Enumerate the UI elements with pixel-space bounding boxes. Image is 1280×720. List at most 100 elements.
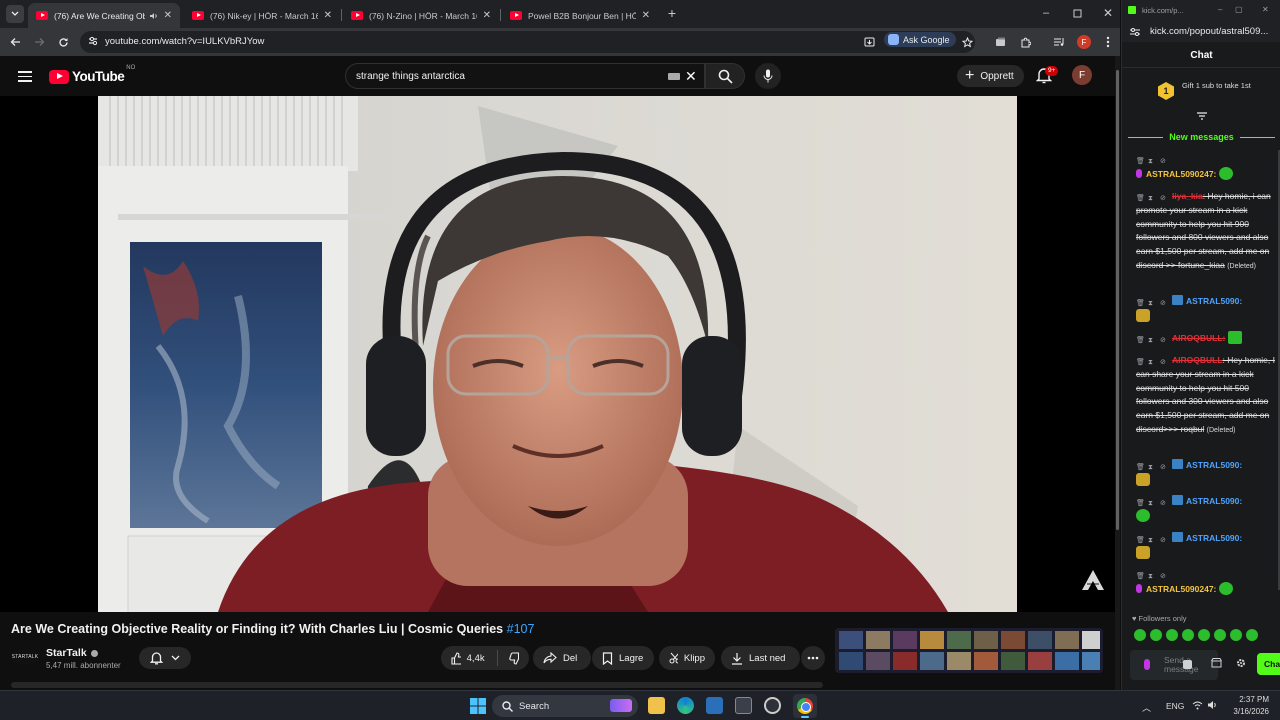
page-scrollbar-thumb[interactable] <box>1116 70 1119 530</box>
tab-nik-ey[interactable]: (76) Nik-ey | HÖR - March 16 / ✕ <box>184 3 340 28</box>
reload-button[interactable] <box>54 33 72 51</box>
quick-emote-icon[interactable] <box>1166 629 1178 641</box>
delete-icon[interactable]: 🗑 <box>1136 537 1145 545</box>
channel-watermark-icon[interactable] <box>1080 568 1106 592</box>
tab-n-zino[interactable]: (76) N-Zino | HÖR - March 16 / ✕ <box>343 3 499 28</box>
ban-icon[interactable]: ⊘ <box>1160 300 1167 308</box>
chat-message[interactable]: 🗑 ⧗ ⊘ ASTRAL5090247: <box>1136 153 1278 182</box>
delete-icon[interactable]: 🗑 <box>1136 573 1145 581</box>
gift-leaderboard[interactable]: 1 Gift 1 sub to take 1st <box>1158 80 1278 102</box>
quick-emote-icon[interactable] <box>1246 629 1258 641</box>
subscription-notification-button[interactable] <box>139 647 191 669</box>
show-hidden-icons-button[interactable]: ︿ <box>1142 701 1151 714</box>
timeout-icon[interactable]: ⧗ <box>1148 300 1155 308</box>
ban-icon[interactable]: ⊘ <box>1160 359 1167 367</box>
snipping-tool-icon[interactable] <box>735 697 752 714</box>
chat-username[interactable]: ASTRAL5090: <box>1186 496 1242 506</box>
timeout-icon[interactable]: ⧗ <box>1148 195 1155 203</box>
chat-username[interactable]: ASTRAL5090: <box>1186 533 1242 543</box>
tab-close-icon[interactable]: ✕ <box>642 10 650 21</box>
chat-username[interactable]: ASTRAL5090247: <box>1146 584 1216 594</box>
chat-message[interactable]: 🗑 ⧗ ⊘ ASTRAL5090: <box>1136 459 1278 488</box>
edge-browser-icon[interactable] <box>677 697 694 714</box>
chat-message[interactable]: 🗑 ⧗ ⊘ ASTRAL5090: <box>1136 532 1278 561</box>
chat-message[interactable]: 🗑 ⧗ ⊘ ASTRAL5090: <box>1136 495 1278 524</box>
new-tab-button[interactable]: + <box>664 5 680 21</box>
file-explorer-icon[interactable] <box>648 697 665 714</box>
taskbar-search-box[interactable]: Search <box>492 695 638 717</box>
back-button[interactable] <box>6 33 24 51</box>
delete-icon[interactable]: 🗑 <box>1136 359 1145 367</box>
guide-menu-icon[interactable] <box>18 71 32 82</box>
like-count[interactable]: 4,4k <box>467 653 485 664</box>
chat-message[interactable]: 🗑 ⧗ ⊘ AIROQBULL: <box>1136 331 1278 346</box>
extensions-puzzle-icon[interactable] <box>1016 33 1034 51</box>
ban-icon[interactable]: ⊘ <box>1160 337 1167 345</box>
tab-close-icon[interactable]: ✕ <box>324 10 332 21</box>
chat-username[interactable]: ASTRAL5090: <box>1186 460 1242 470</box>
video-frame[interactable] <box>98 96 1017 612</box>
voice-search-button[interactable] <box>755 63 781 89</box>
chrome-menu-icon[interactable] <box>1099 33 1117 51</box>
tab-close-icon[interactable]: ✕ <box>483 10 491 21</box>
ban-icon[interactable]: ⊘ <box>1160 195 1167 203</box>
quick-emote-icon[interactable] <box>1150 629 1162 641</box>
ban-icon[interactable]: ⊘ <box>1160 573 1167 581</box>
kick-maximize-button[interactable]: ▢ <box>1235 5 1243 14</box>
delete-icon[interactable]: 🗑 <box>1136 158 1145 166</box>
forward-button[interactable] <box>30 33 48 51</box>
media-control-icon[interactable] <box>1050 33 1068 51</box>
clear-search-icon[interactable]: ✕ <box>685 69 697 83</box>
chat-username[interactable]: AIROQBULL: <box>1172 333 1225 343</box>
keyboard-icon[interactable] <box>668 73 680 80</box>
account-avatar[interactable]: F <box>1072 65 1092 85</box>
chat-username[interactable]: liya_kia <box>1172 191 1203 201</box>
delete-icon[interactable]: 🗑 <box>1136 337 1145 345</box>
search-box[interactable]: ✕ <box>345 63 705 89</box>
site-info-icon[interactable] <box>1129 27 1141 37</box>
delete-icon[interactable]: 🗑 <box>1136 195 1145 203</box>
gear-icon[interactable] <box>1236 658 1246 668</box>
kick-close-button[interactable]: ✕ <box>1262 5 1269 14</box>
clock[interactable]: 2:37 PM 3/16/2026 <box>1227 694 1269 718</box>
delete-icon[interactable]: 🗑 <box>1136 464 1145 472</box>
more-actions-button[interactable] <box>801 646 825 670</box>
delete-icon[interactable]: 🗑 <box>1136 500 1145 508</box>
emote-picker-icon[interactable] <box>1183 660 1192 669</box>
timeout-icon[interactable]: ⧗ <box>1148 359 1155 367</box>
search-input[interactable] <box>356 69 646 84</box>
share-button[interactable]: Del <box>533 646 591 670</box>
download-button[interactable]: Last ned <box>721 646 800 670</box>
ban-icon[interactable]: ⊘ <box>1160 537 1167 545</box>
related-video-thumbnail[interactable] <box>835 628 1103 673</box>
profile-avatar[interactable]: F <box>1077 35 1091 49</box>
ask-google-button[interactable]: Ask Google <box>884 32 956 47</box>
input-language[interactable]: ENG <box>1166 701 1184 711</box>
thumbs-down-icon[interactable] <box>509 651 519 665</box>
quick-emote-icon[interactable] <box>1230 629 1242 641</box>
store-app-icon[interactable] <box>706 697 723 714</box>
timeout-icon[interactable]: ⧗ <box>1148 464 1155 472</box>
kick-address-bar[interactable]: kick.com/popout/astral509... <box>1122 20 1280 42</box>
tab-search-button[interactable] <box>6 5 24 23</box>
timeout-icon[interactable]: ⧗ <box>1148 537 1155 545</box>
address-bar[interactable]: youtube.com/watch?v=IULKVbRJYow <box>80 31 975 53</box>
timeout-icon[interactable]: ⧗ <box>1148 158 1155 166</box>
chat-username[interactable]: ASTRAL5090247: <box>1146 169 1216 179</box>
chat-message[interactable]: 🗑 ⧗ ⊘ ASTRAL5090247: <box>1136 568 1278 597</box>
chat-username[interactable]: ASTRAL5090: <box>1186 296 1242 306</box>
timeout-icon[interactable]: ⧗ <box>1148 573 1155 581</box>
tab-powel[interactable]: Powel B2B Bonjour Ben | HÖR - ✕ <box>502 3 658 28</box>
channel-name[interactable]: StarTalk <box>46 647 98 659</box>
kick-minimize-button[interactable]: – <box>1218 5 1222 14</box>
speaker-icon[interactable] <box>149 12 158 20</box>
bookmark-star-icon[interactable] <box>958 33 976 51</box>
ban-icon[interactable]: ⊘ <box>1160 464 1167 472</box>
search-button[interactable] <box>705 63 745 89</box>
quick-emote-icon[interactable] <box>1134 629 1146 641</box>
chat-username[interactable]: AIROQBULL <box>1172 355 1223 365</box>
chat-message-input[interactable]: Send a message <box>1130 650 1218 680</box>
tab-close-icon[interactable]: ✕ <box>164 10 172 21</box>
site-info-icon[interactable] <box>87 35 99 47</box>
timeout-icon[interactable]: ⧗ <box>1148 500 1155 508</box>
